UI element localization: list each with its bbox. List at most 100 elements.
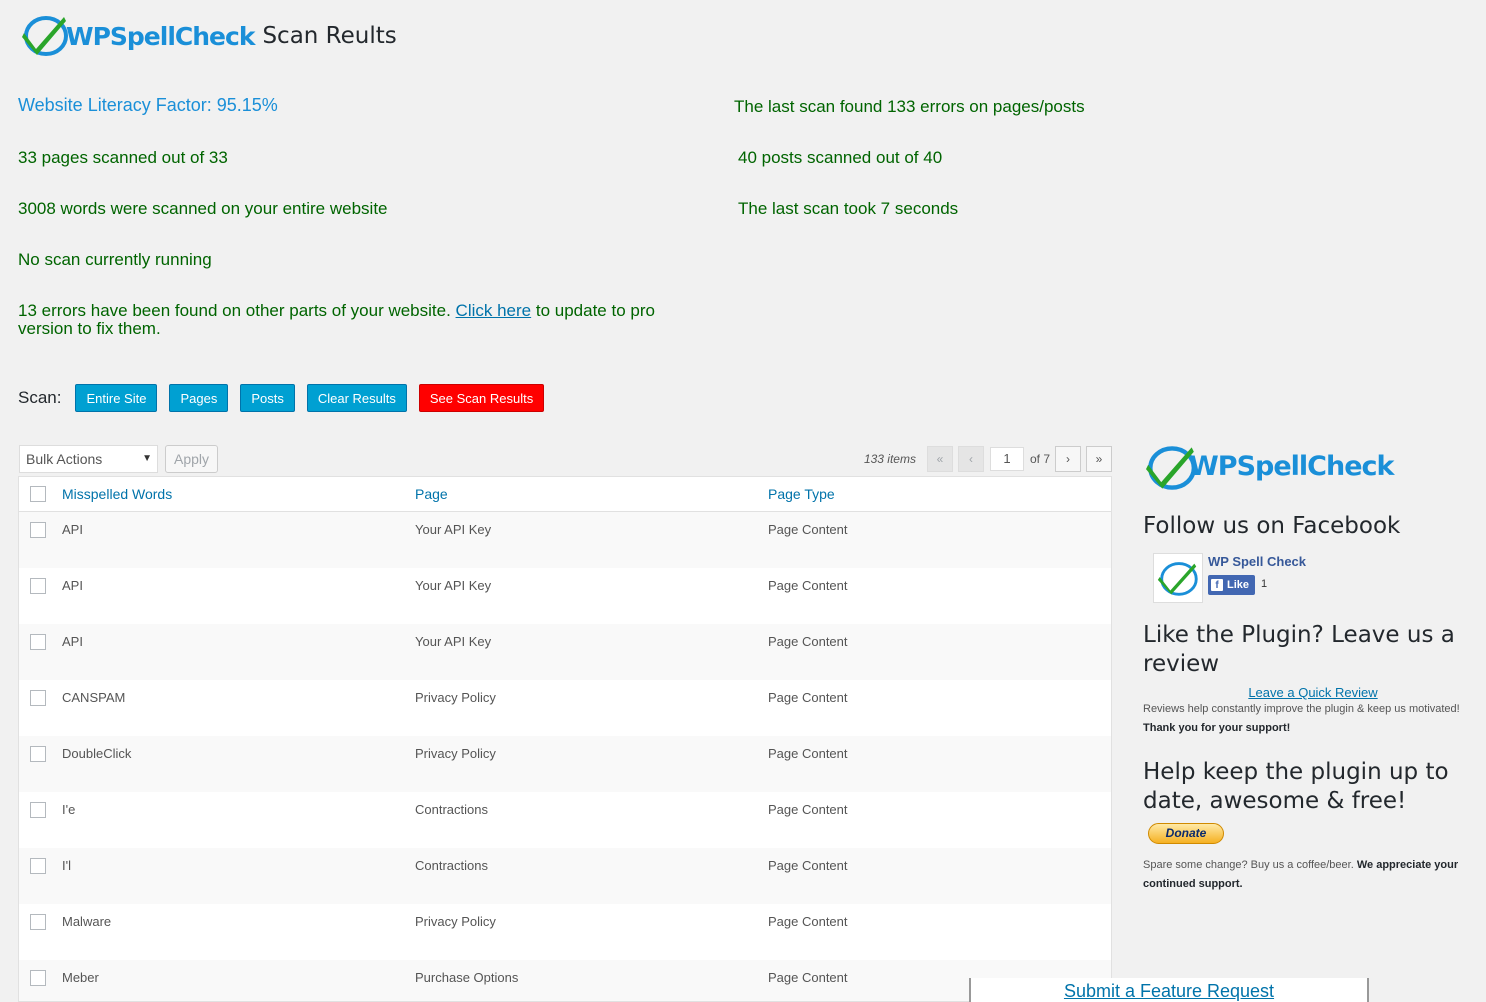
page-type: Page Content	[768, 634, 848, 649]
misspelled-word[interactable]: Meber	[62, 970, 99, 985]
misspelled-word[interactable]: I'e	[62, 802, 75, 817]
page-name: Your API Key	[415, 634, 492, 649]
table-row: DoubleClick Privacy Policy Page Content	[19, 736, 1111, 792]
page-type: Page Content	[768, 970, 848, 985]
table-row: Malware Privacy Policy Page Content	[19, 904, 1111, 960]
follow-heading: Follow us on Facebook	[1143, 513, 1401, 539]
checkmark-logo-icon	[1143, 443, 1196, 490]
scan-duration: The last scan took 7 seconds	[738, 199, 959, 218]
page-name: Privacy Policy	[415, 746, 496, 761]
next-page-button[interactable]: ›	[1055, 446, 1081, 472]
last-page-button[interactable]: »	[1086, 446, 1112, 472]
page-name: Your API Key	[415, 522, 492, 537]
row-checkbox[interactable]	[30, 578, 46, 594]
logo-text: WPSpellCheck	[66, 21, 255, 51]
table-navigation: Bulk Actions ▼ Apply 133 items « ‹ 1 of …	[18, 445, 1112, 473]
bulk-actions-value: Bulk Actions	[26, 451, 103, 467]
total-pages: of 7	[1029, 452, 1050, 466]
literacy-factor: Website Literacy Factor: 95.15%	[18, 95, 278, 115]
row-checkbox[interactable]	[30, 634, 46, 650]
facebook-page-name[interactable]: WP Spell Check	[1208, 554, 1306, 569]
misspelled-word[interactable]: API	[62, 522, 83, 537]
review-text: Reviews help constantly improve the plug…	[1143, 703, 1460, 715]
review-thanks-bold: Thank you for your support!	[1143, 722, 1291, 734]
leave-review-link[interactable]: Leave a Quick Review	[1143, 685, 1483, 700]
row-checkbox[interactable]	[30, 802, 46, 818]
page-name: Your API Key	[415, 578, 492, 593]
select-all-checkbox[interactable]	[30, 486, 46, 502]
facebook-page-avatar[interactable]	[1153, 553, 1203, 603]
donate-button[interactable]: Donate	[1148, 823, 1224, 844]
facebook-icon: f	[1211, 579, 1223, 591]
pagination: 133 items « ‹ 1 of 7 › »	[864, 445, 1112, 473]
column-page-type[interactable]: Page Type	[768, 486, 835, 502]
page-type: Page Content	[768, 522, 848, 537]
table-body: API Your API Key Page Content API Your API K…	[19, 512, 1111, 1001]
page-name: Contractions	[415, 802, 488, 817]
see-scan-results-button[interactable]: See Scan Results	[418, 384, 545, 412]
upgrade-pro-link[interactable]: Click here	[456, 301, 532, 320]
dropdown-caret-icon: ▼	[142, 453, 152, 464]
feature-request-box: Submit a Feature Request	[969, 978, 1369, 1002]
scan-toolbar: Scan: Entire Site Pages Posts Clear Resu…	[18, 384, 556, 412]
row-checkbox[interactable]	[30, 690, 46, 706]
other-errors-notice: 13 errors have been found on other parts…	[18, 302, 708, 338]
misspelled-word[interactable]: I'l	[62, 858, 71, 873]
scan-pages-button[interactable]: Pages	[169, 384, 229, 412]
facebook-like-button[interactable]: f Like	[1208, 575, 1255, 595]
column-misspelled-words[interactable]: Misspelled Words	[62, 486, 172, 502]
scan-posts-button[interactable]: Posts	[240, 384, 295, 412]
current-page-input[interactable]: 1	[989, 447, 1024, 471]
page-name: Privacy Policy	[415, 690, 496, 705]
clear-results-button[interactable]: Clear Results	[306, 384, 407, 412]
misspelled-word[interactable]: DoubleClick	[62, 746, 131, 761]
page-type: Page Content	[768, 858, 848, 873]
misspelled-word[interactable]: CANSPAM	[62, 690, 125, 705]
items-count: 133 items	[863, 452, 916, 466]
page-title: Scan Reults	[262, 23, 397, 49]
donate-text: Spare some change? Buy us a coffee/beer.…	[1143, 856, 1473, 894]
apply-button[interactable]: Apply	[165, 445, 218, 473]
page-type: Page Content	[768, 746, 848, 761]
page-name: Privacy Policy	[415, 914, 496, 929]
facebook-like-label: Like	[1227, 579, 1250, 591]
facebook-widget: WP Spell Check f Like 1	[1143, 553, 1473, 609]
first-page-button[interactable]: «	[926, 446, 953, 472]
page-header: WPSpellCheck Scan Reults	[20, 12, 397, 60]
page-type: Page Content	[768, 802, 848, 817]
table-row: API Your API Key Page Content	[19, 624, 1111, 680]
table-row: API Your API Key Page Content	[19, 512, 1111, 568]
row-checkbox[interactable]	[30, 858, 46, 874]
submit-feature-request-link[interactable]: Submit a Feature Request	[1064, 981, 1274, 1001]
misspelled-word[interactable]: API	[62, 578, 83, 593]
column-page[interactable]: Page	[415, 486, 448, 502]
wpspellcheck-logo: WPSpellCheck	[20, 13, 255, 59]
words-scanned: 3008 words were scanned on your entire w…	[18, 199, 388, 218]
page-name: Purchase Options	[415, 970, 519, 985]
page-type: Page Content	[768, 914, 848, 929]
table-row: Meber Purchase Options Page Content	[19, 960, 1111, 1001]
scan-entire-site-button[interactable]: Entire Site	[75, 384, 158, 412]
row-checkbox[interactable]	[30, 522, 46, 538]
misspelled-word[interactable]: API	[62, 634, 83, 649]
row-checkbox[interactable]	[30, 746, 46, 762]
review-heading: Like the Plugin? Leave us a review	[1143, 622, 1455, 677]
posts-scanned: 40 posts scanned out of 40	[738, 148, 943, 167]
facebook-like-count: 1	[1261, 578, 1268, 590]
page-type: Page Content	[768, 690, 848, 705]
page-type: Page Content	[768, 578, 848, 593]
misspelled-word[interactable]: Malware	[62, 914, 111, 929]
donate-heading: Help keep the plugin up to date, awesome…	[1143, 759, 1449, 814]
sidebar: WPSpellCheck Follow us on Facebook WP Sp…	[1143, 440, 1473, 894]
review-thanks: Thank you for your support!	[1143, 719, 1473, 738]
last-scan-errors: The last scan found 133 errors on pages/…	[734, 97, 1085, 116]
prev-page-button[interactable]: ‹	[957, 446, 984, 472]
bulk-actions-select[interactable]: Bulk Actions ▼	[19, 445, 158, 473]
sidebar-logo: WPSpellCheck	[1143, 440, 1473, 492]
table-row: I'l Contractions Page Content	[19, 848, 1111, 904]
row-checkbox[interactable]	[30, 914, 46, 930]
table-row: CANSPAM Privacy Policy Page Content	[19, 680, 1111, 736]
row-checkbox[interactable]	[30, 970, 46, 986]
table-header: Misspelled Words Page Page Type	[19, 477, 1111, 512]
results-table: Misspelled Words Page Page Type API Your …	[18, 476, 1112, 1002]
